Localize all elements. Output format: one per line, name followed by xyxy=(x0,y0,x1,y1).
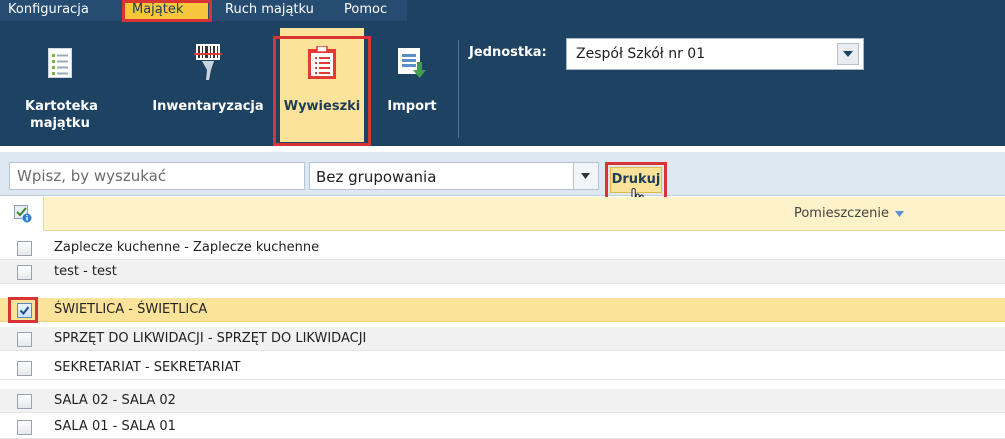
menu-tab-konfiguracja[interactable]: Konfiguracja xyxy=(0,0,116,21)
checkbox-highlight-box xyxy=(8,297,38,323)
table-row[interactable]: test - test xyxy=(0,260,1005,284)
select-all-icon[interactable] xyxy=(14,205,32,223)
grouping-select[interactable]: Bez grupowania xyxy=(309,162,599,190)
tool-wywieszki[interactable]: Wywieszki xyxy=(280,28,364,142)
unit-label: Jednostka: xyxy=(469,45,547,60)
barcode-scanner-icon xyxy=(194,44,222,80)
table-row[interactable]: SALA 01 - SALA 01 xyxy=(0,415,1005,439)
row-label: test - test xyxy=(54,264,117,279)
grouping-dropdown-button[interactable] xyxy=(573,163,598,189)
spreadsheet-import-icon xyxy=(398,48,426,78)
row-checkbox[interactable] xyxy=(17,241,32,256)
row-checkbox[interactable] xyxy=(17,332,32,347)
column-header-pomieszczenie[interactable]: Pomieszczenie xyxy=(794,206,889,221)
tool-kartoteka-majatku[interactable]: Kartoteka majątku xyxy=(18,28,102,138)
menu-tab-majatek[interactable]: Majątek xyxy=(124,0,208,21)
asset-card-icon xyxy=(48,48,72,78)
select-all-cell[interactable] xyxy=(0,197,44,231)
tool-import[interactable]: Import xyxy=(376,28,448,138)
search-input[interactable] xyxy=(9,162,305,190)
row-label: ŚWIETLICA - ŚWIETLICA xyxy=(54,302,208,317)
row-label: SALA 01 - SALA 01 xyxy=(54,419,176,434)
chevron-down-icon xyxy=(581,173,590,179)
menu-tab-label: Majątek xyxy=(132,2,184,17)
menu-tab-label: Ruch majątku xyxy=(225,2,314,17)
table-row[interactable]: SEKRETARIAT - SEKRETARIAT xyxy=(0,356,1005,380)
row-label: SALA 02 - SALA 02 xyxy=(54,393,176,408)
tool-label: Import xyxy=(387,99,437,114)
row-label: SEKRETARIAT - SEKRETARIAT xyxy=(54,360,241,375)
clipboard-list-icon xyxy=(308,46,336,79)
unit-dropdown-button[interactable] xyxy=(837,43,859,65)
tool-label: Wywieszki xyxy=(283,99,361,114)
ribbon: Konfiguracja Majątek Ruch majątku Pomoc … xyxy=(0,0,1005,146)
tool-label: Inwentaryzacja xyxy=(152,99,264,114)
table-header: Pomieszczenie xyxy=(0,197,1005,231)
menu-tab-label: Pomoc xyxy=(344,2,388,17)
row-checkbox[interactable] xyxy=(17,394,32,409)
sort-desc-icon[interactable] xyxy=(895,211,904,217)
row-label: Zaplecze kuchenne - Zaplecze kuchenne xyxy=(54,240,320,255)
table-row[interactable]: ŚWIETLICA - ŚWIETLICA xyxy=(0,298,1005,322)
table-row[interactable]: Zaplecze kuchenne - Zaplecze kuchenne xyxy=(0,236,1005,260)
menu-tab-label: Konfiguracja xyxy=(8,2,89,17)
menu-bar: Konfiguracja Majątek Ruch majątku Pomoc xyxy=(0,0,407,21)
tool-label: Kartoteka majątku xyxy=(25,99,98,131)
row-checkbox[interactable] xyxy=(17,361,32,376)
grouping-select-value: Bez grupowania xyxy=(316,168,437,186)
tool-inwentaryzacja[interactable]: Inwentaryzacja xyxy=(150,28,266,138)
row-checkbox[interactable] xyxy=(17,265,32,280)
unit-select[interactable]: Zespół Szkół nr 01 xyxy=(566,38,864,70)
row-checkbox[interactable] xyxy=(17,420,32,435)
ribbon-divider xyxy=(458,40,459,138)
list-toolbar: Bez grupowania xyxy=(0,152,1005,196)
print-button-label: Drukuj xyxy=(611,172,661,187)
row-label: SPRZĘT DO LIKWIDACJI - SPRZĘT DO LIKWIDA… xyxy=(54,331,367,346)
menu-tab-ruch-majatku[interactable]: Ruch majątku xyxy=(217,0,330,21)
table-row[interactable]: SPRZĘT DO LIKWIDACJI - SPRZĘT DO LIKWIDA… xyxy=(0,327,1005,351)
unit-select-value: Zespół Szkół nr 01 xyxy=(576,46,706,62)
menu-tab-pomoc[interactable]: Pomoc xyxy=(336,0,406,21)
chevron-down-icon xyxy=(843,51,853,57)
table-row[interactable]: SALA 02 - SALA 02 xyxy=(0,389,1005,413)
